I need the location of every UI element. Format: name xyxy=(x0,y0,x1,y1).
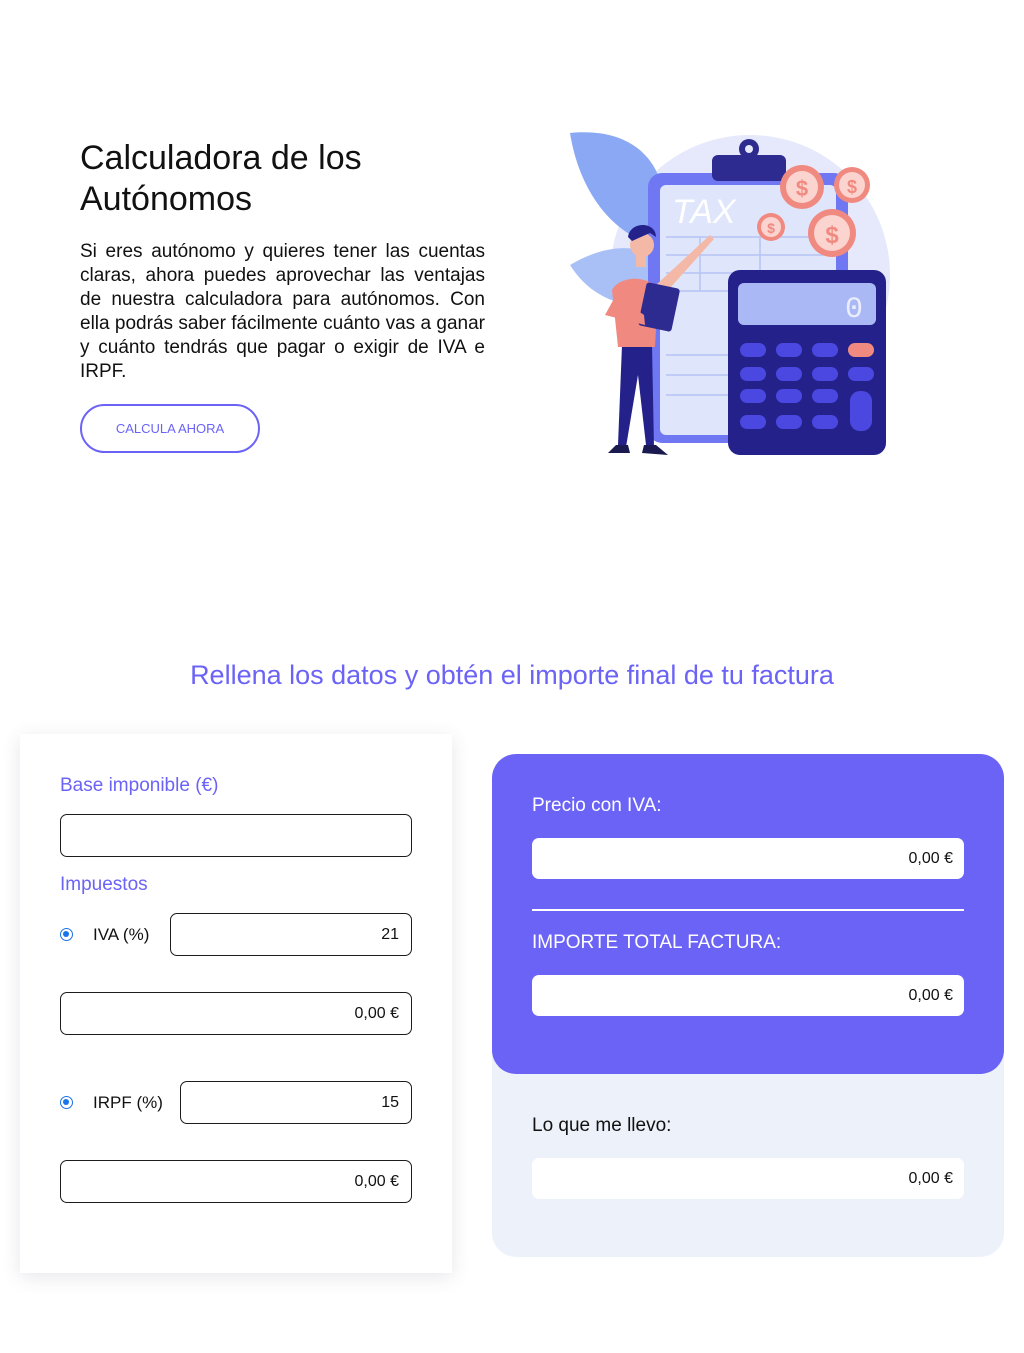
iva-radio[interactable] xyxy=(60,928,73,941)
calculator-section-title: Rellena los datos y obtén el importe fin… xyxy=(190,660,834,690)
svg-text:0: 0 xyxy=(845,293,863,327)
iva-amount-field[interactable]: 0,00 € xyxy=(60,992,412,1035)
base-imponible-input[interactable] xyxy=(60,814,412,857)
iva-percent-input[interactable]: 21 xyxy=(170,913,412,956)
tax-calculator-illustration: TAX $ $ $ $ 0 xyxy=(570,132,890,455)
take-home-field: 0,00 € xyxy=(532,1158,964,1199)
irpf-amount-field[interactable]: 0,00 € xyxy=(60,1160,412,1203)
iva-label: IVA (%) xyxy=(93,925,150,944)
irpf-percent-input[interactable]: 15 xyxy=(180,1081,412,1124)
irpf-radio[interactable] xyxy=(60,1096,73,1109)
impuestos-label: Impuestos xyxy=(60,874,148,895)
svg-text:$: $ xyxy=(847,177,857,197)
base-imponible-label: Base imponible (€) xyxy=(60,775,219,796)
calculator-icon: 0 xyxy=(728,270,886,455)
svg-text:$: $ xyxy=(825,222,839,249)
irpf-label: IRPF (%) xyxy=(93,1093,163,1112)
svg-text:$: $ xyxy=(796,176,808,201)
results-divider xyxy=(532,909,964,911)
tax-label: TAX xyxy=(672,193,737,231)
price-with-iva-field: 0,00 € xyxy=(532,838,964,879)
svg-text:$: $ xyxy=(767,220,775,236)
calculate-now-button[interactable]: CALCULA AHORA xyxy=(80,404,260,453)
take-home-label: Lo que me llevo: xyxy=(532,1115,672,1136)
hero-title: Calculadora de los Autónomos xyxy=(80,139,362,218)
price-with-iva-label: Precio con IVA: xyxy=(532,795,662,816)
total-invoice-field: 0,00 € xyxy=(532,975,964,1016)
total-invoice-label: IMPORTE TOTAL FACTURA: xyxy=(532,932,782,953)
hero-description: Si eres autónomo y quieres tener las cue… xyxy=(80,241,485,382)
